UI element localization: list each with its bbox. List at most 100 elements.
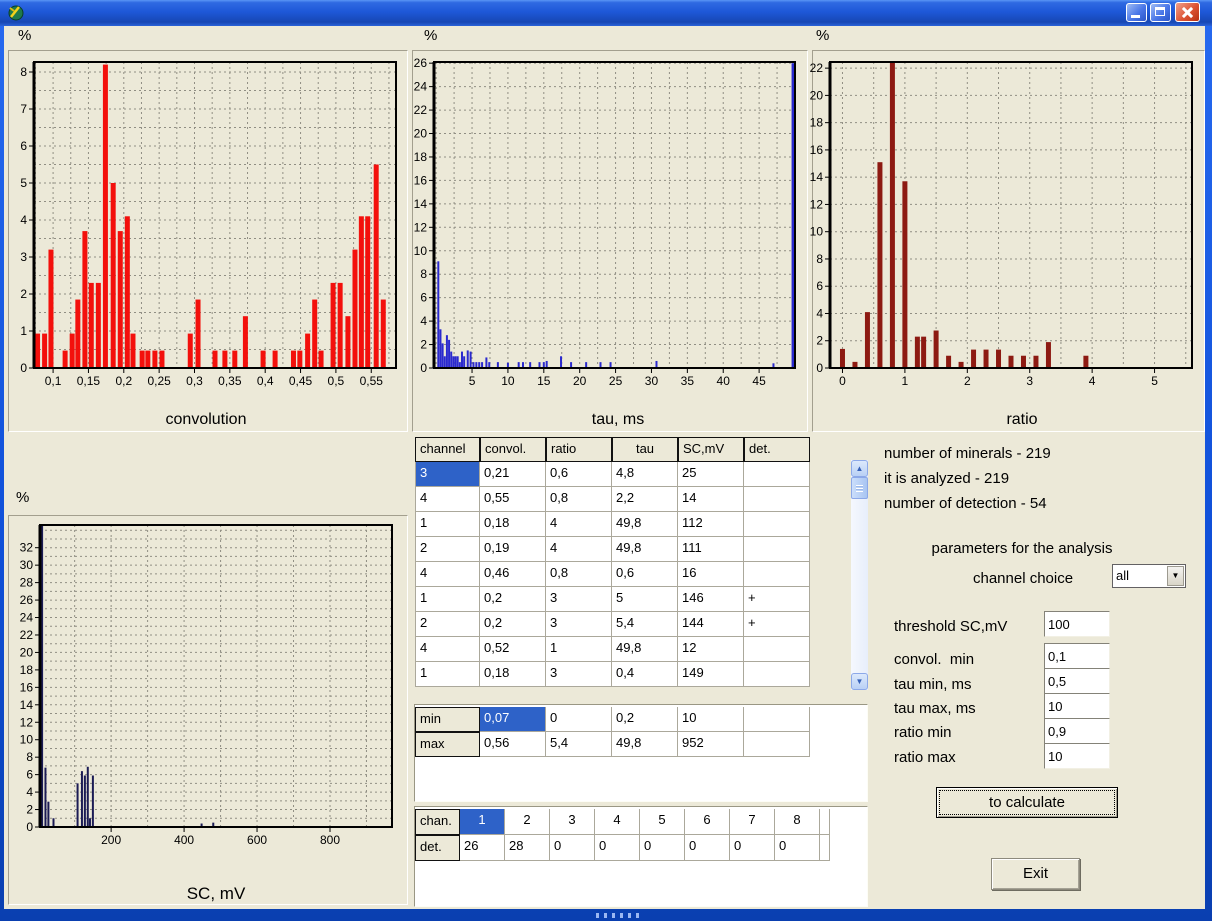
results-table-cell[interactable] bbox=[744, 537, 810, 562]
results-table-cell[interactable]: 144 bbox=[678, 612, 744, 637]
channel-table-cell[interactable]: 0 bbox=[685, 835, 730, 861]
channel-table-cell[interactable]: 0 bbox=[775, 835, 820, 861]
results-table-cell[interactable]: 25 bbox=[678, 462, 744, 487]
channel-table-cell[interactable]: 8 bbox=[775, 809, 820, 835]
results-table-cell[interactable]: 149 bbox=[678, 662, 744, 687]
results-table-cell[interactable]: 146 bbox=[678, 587, 744, 612]
results-table-cell[interactable]: 0,2 bbox=[480, 587, 546, 612]
ratio-min-input[interactable] bbox=[1044, 718, 1110, 744]
channel-table-cell[interactable]: 0 bbox=[730, 835, 775, 861]
results-table-cell[interactable]: 1 bbox=[415, 587, 480, 612]
results-table-cell[interactable]: 3 bbox=[546, 612, 612, 637]
results-table-cell[interactable]: 2,2 bbox=[612, 487, 678, 512]
results-table-cell[interactable]: 112 bbox=[678, 512, 744, 537]
results-table-cell[interactable]: 49,8 bbox=[612, 537, 678, 562]
calculate-button[interactable]: to calculate bbox=[936, 787, 1118, 818]
channel-table-cell[interactable]: 2 bbox=[505, 809, 550, 835]
results-table-cell[interactable]: 1 bbox=[415, 662, 480, 687]
svg-text:12: 12 bbox=[810, 197, 824, 211]
minmax-table-cell[interactable]: 0,56 bbox=[480, 732, 546, 757]
results-table-cell[interactable]: 3 bbox=[546, 587, 612, 612]
scroll-up-icon[interactable]: ▲ bbox=[851, 460, 868, 477]
results-table-cell[interactable]: 5 bbox=[612, 587, 678, 612]
scroll-down-icon[interactable]: ▼ bbox=[851, 673, 868, 690]
results-table-cell[interactable]: 49,8 bbox=[612, 512, 678, 537]
results-table-cell[interactable]: 0,6 bbox=[612, 562, 678, 587]
results-table-cell[interactable]: 0,8 bbox=[546, 487, 612, 512]
results-table-cell[interactable]: 0,2 bbox=[480, 612, 546, 637]
exit-button[interactable]: Exit bbox=[991, 858, 1080, 890]
results-table-cell[interactable] bbox=[744, 462, 810, 487]
results-table-cell[interactable] bbox=[744, 637, 810, 662]
results-table-cell[interactable]: 4 bbox=[415, 637, 480, 662]
minmax-table-cell[interactable]: 49,8 bbox=[612, 732, 678, 757]
results-table-cell[interactable]: + bbox=[744, 587, 810, 612]
results-table-cell[interactable]: 3 bbox=[415, 462, 480, 487]
results-table-cell[interactable]: 5,4 bbox=[612, 612, 678, 637]
results-table-header-cell: SC,mV bbox=[678, 437, 744, 462]
ratio-max-input[interactable] bbox=[1044, 743, 1110, 769]
channel-table-cell[interactable]: 5 bbox=[640, 809, 685, 835]
channel-table-cell[interactable]: 26 bbox=[460, 835, 505, 861]
minmax-table-cell[interactable]: 952 bbox=[678, 732, 744, 757]
results-table-cell[interactable] bbox=[744, 662, 810, 687]
results-table-cell[interactable]: 1 bbox=[415, 512, 480, 537]
minmax-table-cell[interactable]: 0,2 bbox=[612, 707, 678, 732]
minmax-table-cell[interactable] bbox=[744, 707, 810, 732]
results-table-cell[interactable]: 3 bbox=[546, 662, 612, 687]
results-table-cell[interactable]: 2 bbox=[415, 537, 480, 562]
results-table-cell[interactable]: 0,18 bbox=[480, 512, 546, 537]
results-table-cell[interactable]: 0,4 bbox=[612, 662, 678, 687]
results-table-cell[interactable]: 4 bbox=[546, 512, 612, 537]
channel-table-cell[interactable]: 4 bbox=[595, 809, 640, 835]
channel-table-cell[interactable]: 0 bbox=[550, 835, 595, 861]
results-table-cell[interactable]: 0,6 bbox=[546, 462, 612, 487]
results-table-cell[interactable]: 4,8 bbox=[612, 462, 678, 487]
channel-table-cell[interactable]: 28 bbox=[505, 835, 550, 861]
results-table-cell[interactable]: 0,52 bbox=[480, 637, 546, 662]
convol-min-input[interactable] bbox=[1044, 643, 1110, 669]
results-table-cell[interactable] bbox=[744, 487, 810, 512]
svg-text:18: 18 bbox=[414, 150, 428, 164]
minmax-table-cell[interactable]: 5,4 bbox=[546, 732, 612, 757]
results-table-cell[interactable]: 1 bbox=[546, 637, 612, 662]
results-table-cell[interactable]: 49,8 bbox=[612, 637, 678, 662]
results-table-cell[interactable]: 4 bbox=[415, 487, 480, 512]
minmax-table-cell[interactable]: 0,07 bbox=[480, 707, 546, 732]
results-table-cell[interactable]: 0,18 bbox=[480, 662, 546, 687]
channel-table-cell[interactable]: 6 bbox=[685, 809, 730, 835]
results-table-cell[interactable]: 0,46 bbox=[480, 562, 546, 587]
chevron-down-icon[interactable]: ▼ bbox=[1167, 566, 1184, 586]
results-table-cell[interactable]: 111 bbox=[678, 537, 744, 562]
table-scrollbar[interactable]: ▲ ▼ bbox=[851, 460, 868, 690]
results-table-cell[interactable]: 2 bbox=[415, 612, 480, 637]
channel-table-cell[interactable] bbox=[820, 809, 830, 835]
results-table-cell[interactable] bbox=[744, 512, 810, 537]
tau-max-input[interactable] bbox=[1044, 693, 1110, 719]
scroll-thumb[interactable] bbox=[851, 477, 868, 499]
channel-table-cell[interactable] bbox=[820, 835, 830, 861]
channel-table-cell[interactable]: 3 bbox=[550, 809, 595, 835]
threshold-input[interactable] bbox=[1044, 611, 1110, 637]
results-table-cell[interactable]: 14 bbox=[678, 487, 744, 512]
channel-choice-dropdown[interactable]: all ▼ bbox=[1112, 564, 1186, 588]
results-table-cell[interactable]: 0,19 bbox=[480, 537, 546, 562]
minmax-table-cell[interactable]: 0 bbox=[546, 707, 612, 732]
results-table-cell[interactable]: 4 bbox=[415, 562, 480, 587]
minmax-table-cell[interactable]: 10 bbox=[678, 707, 744, 732]
results-table-cell[interactable]: 4 bbox=[546, 537, 612, 562]
results-table-cell[interactable]: 16 bbox=[678, 562, 744, 587]
results-table-cell[interactable]: 0,8 bbox=[546, 562, 612, 587]
channel-table-cell[interactable]: 0 bbox=[595, 835, 640, 861]
results-table-cell[interactable]: + bbox=[744, 612, 810, 637]
channel-table-cell[interactable]: 7 bbox=[730, 809, 775, 835]
channel-table-cell[interactable]: 1 bbox=[460, 809, 505, 835]
minmax-table-cell[interactable] bbox=[744, 732, 810, 757]
results-table-cell[interactable] bbox=[744, 562, 810, 587]
results-table-cell[interactable]: 12 bbox=[678, 637, 744, 662]
results-table-cell[interactable]: 0,21 bbox=[480, 462, 546, 487]
results-table-cell[interactable]: 0,55 bbox=[480, 487, 546, 512]
channel-table-cell[interactable]: 0 bbox=[640, 835, 685, 861]
analyzed-count-text: it is analyzed - 219 bbox=[884, 470, 1009, 487]
tau-min-input[interactable] bbox=[1044, 668, 1110, 694]
